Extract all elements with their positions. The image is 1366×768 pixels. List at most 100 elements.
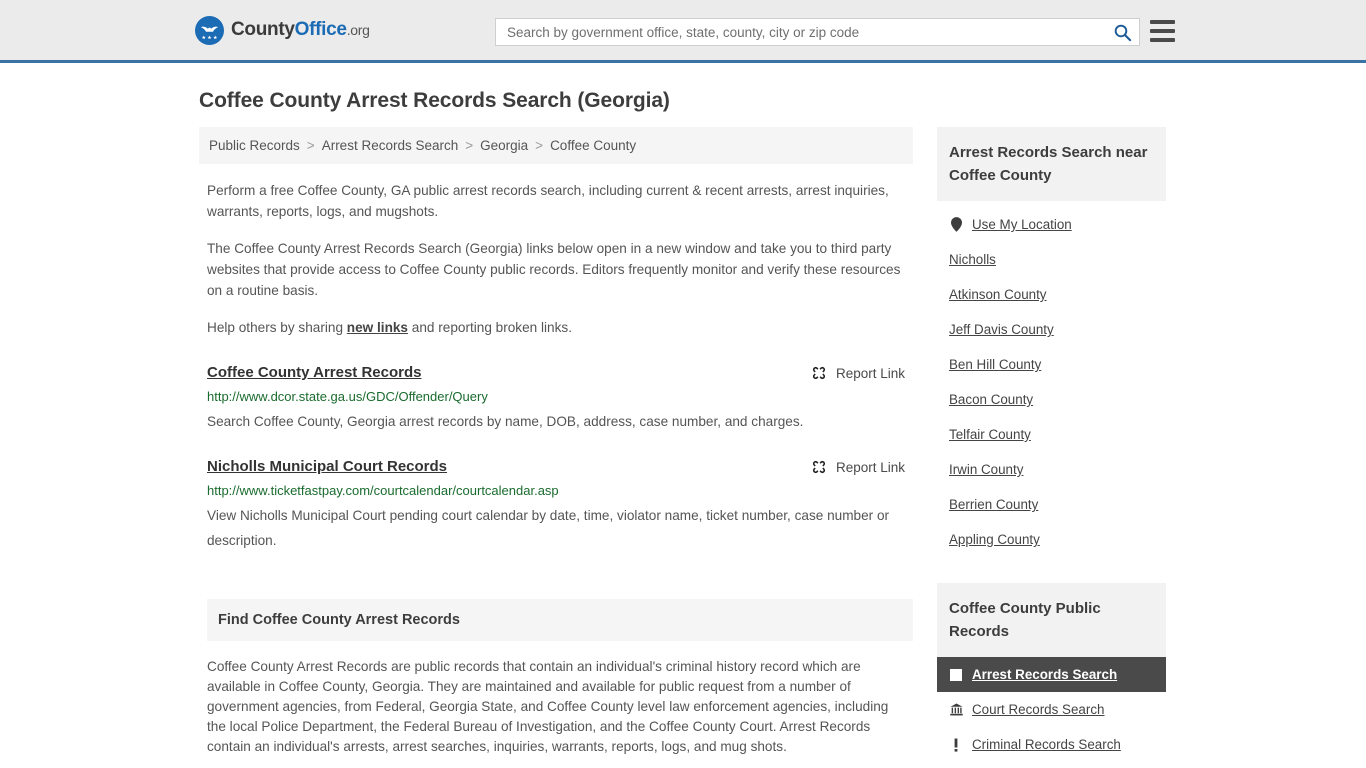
breadcrumb-separator: > — [306, 138, 315, 153]
result-description: View Nicholls Municipal Court pending co… — [207, 508, 890, 548]
search-icon — [1114, 24, 1131, 41]
list-item: Court Records Search — [937, 692, 1166, 727]
sidebar-item-arrest-records-search[interactable]: Arrest Records Search — [937, 657, 1166, 692]
result-url[interactable]: http://www.ticketfastpay.com/courtcalend… — [207, 483, 905, 498]
logo-text-county: County — [231, 19, 295, 40]
public-records-heading: Coffee County Public Records — [937, 583, 1166, 657]
exclamation-icon — [949, 738, 963, 752]
sidebar-item-driving-records-search[interactable]: Driving Records Search — [937, 762, 1166, 768]
nearby-item-label: Berrien County — [949, 497, 1039, 512]
breadcrumb-separator: > — [465, 138, 474, 153]
result-title-link[interactable]: Coffee County Arrest Records — [207, 364, 421, 381]
nearby-item-appling-county[interactable]: Appling County — [937, 522, 1166, 557]
use-my-location-label: Use My Location — [972, 217, 1072, 232]
logo-text-suffix: .org — [346, 22, 370, 38]
result-title-link[interactable]: Nicholls Municipal Court Records — [207, 458, 447, 475]
list-item: Telfair County — [937, 417, 1166, 452]
list-item: Use My Location — [937, 207, 1166, 242]
eagle-seal-icon — [195, 15, 224, 45]
menu-bar — [1150, 38, 1175, 42]
nearby-item-label: Telfair County — [949, 427, 1031, 442]
result-url[interactable]: http://www.dcor.state.ga.us/GDC/Offender… — [207, 389, 905, 404]
intro-p3-before: Help others by sharing — [207, 320, 347, 335]
list-item: Berrien County — [937, 487, 1166, 522]
list-item: Jeff Davis County — [937, 312, 1166, 347]
nearby-item-label: Atkinson County — [949, 287, 1047, 302]
intro-paragraph-2: The Coffee County Arrest Records Search … — [207, 241, 901, 298]
nearby-item-berrien-county[interactable]: Berrien County — [937, 487, 1166, 522]
nearby-item-label: Ben Hill County — [949, 357, 1042, 372]
page-container: Coffee County Arrest Records Search (Geo… — [0, 89, 1366, 768]
nearby-search-list: Use My Location Nicholls Atkinson County… — [937, 207, 1166, 557]
list-item: Arrest Records Search — [937, 657, 1166, 692]
nearby-search-box: Arrest Records Search near Coffee County… — [937, 127, 1166, 557]
nearby-item-label: Bacon County — [949, 392, 1034, 407]
nearby-item-label: Jeff Davis County — [949, 322, 1054, 337]
nearby-search-heading: Arrest Records Search near Coffee County — [937, 127, 1166, 201]
result-item: Nicholls Municipal Court Records Report … — [207, 458, 905, 555]
map-pin-icon — [949, 217, 963, 232]
breadcrumb-item-public-records[interactable]: Public Records — [209, 138, 300, 153]
report-link-button[interactable]: Report Link — [811, 458, 905, 475]
result-header: Nicholls Municipal Court Records Report … — [207, 458, 905, 475]
sidebar-item-court-records-search[interactable]: Court Records Search — [937, 692, 1166, 727]
logo-wordmark: CountyOffice.org — [231, 19, 370, 41]
search-input[interactable] — [496, 19, 1105, 45]
nearby-item-bacon-county[interactable]: Bacon County — [937, 382, 1166, 417]
list-item: Appling County — [937, 522, 1166, 557]
nearby-item-label: Irwin County — [949, 462, 1024, 477]
report-link-label: Report Link — [835, 459, 905, 475]
intro-paragraph-3: Help others by sharing new links and rep… — [207, 317, 905, 338]
sidebar-item-criminal-records-search[interactable]: Criminal Records Search — [937, 727, 1166, 762]
find-records-body: Coffee County Arrest Records are public … — [207, 659, 889, 754]
list-item: Irwin County — [937, 452, 1166, 487]
intro-text: Perform a free Coffee County, GA public … — [199, 180, 913, 338]
nearby-item-label: Appling County — [949, 532, 1040, 547]
sidebar-item-label: Arrest Records Search — [972, 667, 1118, 682]
search-bar[interactable] — [495, 18, 1140, 46]
public-records-list: Arrest Records Search Court Records Sear… — [937, 657, 1166, 768]
breadcrumb: Public Records > Arrest Records Search >… — [199, 127, 913, 164]
broken-link-icon — [812, 460, 826, 474]
use-my-location-link[interactable]: Use My Location — [937, 207, 1166, 242]
main-column: Public Records > Arrest Records Search >… — [199, 127, 913, 768]
nearby-item-jeff-davis-county[interactable]: Jeff Davis County — [937, 312, 1166, 347]
list-item: Atkinson County — [937, 277, 1166, 312]
site-logo[interactable]: CountyOffice.org — [195, 15, 370, 45]
new-links-link[interactable]: new links — [347, 320, 408, 335]
public-records-box: Coffee County Public Records Arrest Reco… — [937, 583, 1166, 768]
list-item: Bacon County — [937, 382, 1166, 417]
intro-p3-after: and reporting broken links. — [408, 320, 572, 335]
report-link-button[interactable]: Report Link — [811, 364, 905, 381]
handcuffs-icon — [949, 668, 963, 681]
page-title: Coffee County Arrest Records Search (Geo… — [199, 89, 670, 112]
breadcrumb-item-arrest-records-search[interactable]: Arrest Records Search — [322, 138, 459, 153]
find-records-heading: Find Coffee County Arrest Records — [207, 599, 913, 641]
breadcrumb-item-coffee-county: Coffee County — [550, 138, 637, 153]
intro-paragraph-1: Perform a free Coffee County, GA public … — [207, 183, 889, 219]
sidebar-item-label: Court Records Search — [972, 702, 1105, 717]
report-link-label: Report Link — [835, 365, 905, 381]
hamburger-menu-icon[interactable] — [1150, 20, 1175, 42]
nearby-item-irwin-county[interactable]: Irwin County — [937, 452, 1166, 487]
search-button[interactable] — [1105, 19, 1139, 45]
result-header: Coffee County Arrest Records Report Link — [207, 364, 905, 381]
result-item: Coffee County Arrest Records Report Link… — [207, 364, 905, 436]
nearby-item-ben-hill-county[interactable]: Ben Hill County — [937, 347, 1166, 382]
breadcrumb-item-georgia[interactable]: Georgia — [480, 138, 528, 153]
broken-link-icon — [812, 366, 826, 380]
site-header: CountyOffice.org — [0, 0, 1366, 63]
nearby-item-telfair-county[interactable]: Telfair County — [937, 417, 1166, 452]
result-description: Search Coffee County, Georgia arrest rec… — [207, 414, 804, 429]
menu-bar — [1150, 20, 1175, 24]
list-item: Nicholls — [937, 242, 1166, 277]
content-area: Public Records > Arrest Records Search >… — [199, 127, 1366, 768]
nearby-item-nicholls[interactable]: Nicholls — [937, 242, 1166, 277]
sidebar-item-label: Criminal Records Search — [972, 737, 1121, 752]
list-item: Ben Hill County — [937, 347, 1166, 382]
menu-bar — [1150, 29, 1175, 33]
nearby-item-atkinson-county[interactable]: Atkinson County — [937, 277, 1166, 312]
breadcrumb-separator: > — [535, 138, 544, 153]
nearby-item-label: Nicholls — [949, 252, 996, 267]
courthouse-icon — [949, 703, 963, 716]
